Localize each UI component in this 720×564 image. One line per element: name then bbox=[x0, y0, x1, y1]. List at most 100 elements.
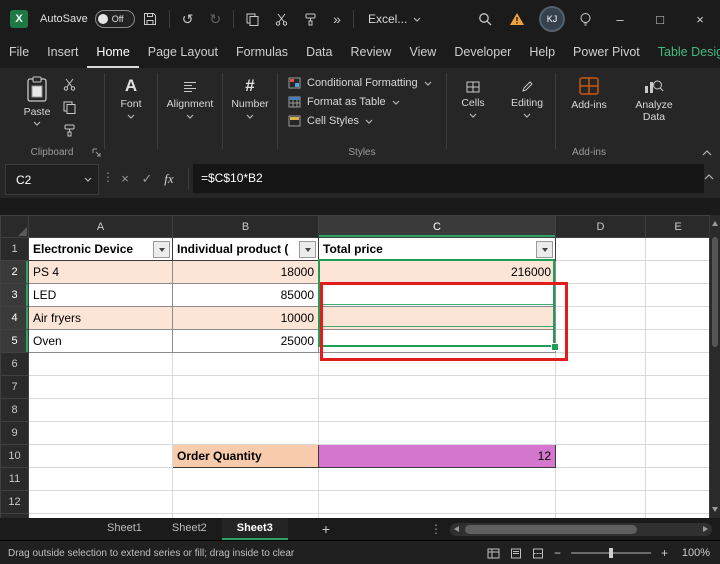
autosave-toggle[interactable]: Off bbox=[94, 10, 135, 28]
redo-button[interactable]: ↻ bbox=[201, 0, 229, 38]
column-header-e[interactable]: E bbox=[645, 215, 711, 238]
column-header-b[interactable]: B bbox=[172, 215, 319, 238]
sheet-tab-sheet3[interactable]: Sheet3 bbox=[221, 518, 288, 540]
conditional-formatting-button[interactable]: Conditional Formatting bbox=[288, 77, 446, 89]
tab-developer[interactable]: Developer bbox=[445, 38, 520, 68]
cell-E12[interactable] bbox=[645, 490, 711, 514]
tab-review[interactable]: Review bbox=[341, 38, 400, 68]
cell-D8[interactable] bbox=[555, 398, 646, 422]
format-painter-button[interactable] bbox=[296, 0, 325, 38]
cells-menu-button[interactable]: Cells bbox=[447, 68, 499, 160]
excel-logo-icon[interactable]: X bbox=[10, 10, 28, 28]
row-header-12[interactable]: 12 bbox=[0, 490, 29, 514]
cell-B3[interactable]: 85000 bbox=[172, 283, 319, 307]
cell-E5[interactable] bbox=[645, 329, 711, 353]
tab-insert[interactable]: Insert bbox=[38, 38, 87, 68]
row-header-3[interactable]: 3 bbox=[0, 283, 29, 307]
cancel-button[interactable]: × bbox=[114, 164, 136, 193]
tab-table-design[interactable]: Table Design bbox=[649, 38, 720, 68]
cell-E8[interactable] bbox=[645, 398, 711, 422]
close-button[interactable]: × bbox=[680, 0, 720, 38]
cell-B12[interactable] bbox=[172, 490, 319, 514]
more-commands-button[interactable]: » bbox=[325, 0, 349, 38]
cell-A12[interactable] bbox=[28, 490, 173, 514]
select-all-corner[interactable] bbox=[0, 215, 29, 238]
search-button[interactable] bbox=[470, 0, 501, 38]
sheet-menu-icon[interactable]: ⋮ bbox=[422, 522, 450, 536]
cell-D7[interactable] bbox=[555, 375, 646, 399]
vertical-scrollbar[interactable] bbox=[709, 215, 720, 518]
cell-B11[interactable] bbox=[172, 467, 319, 491]
tab-formulas[interactable]: Formulas bbox=[227, 38, 297, 68]
cell-E9[interactable] bbox=[645, 421, 711, 445]
insert-function-button[interactable]: fx bbox=[158, 164, 180, 193]
scroll-up-arrow-icon[interactable] bbox=[712, 221, 718, 226]
row-header-5[interactable]: 5 bbox=[0, 329, 29, 353]
cell-A3[interactable]: LED bbox=[28, 283, 173, 307]
row-header-9[interactable]: 9 bbox=[0, 421, 29, 445]
tab-data[interactable]: Data bbox=[297, 38, 341, 68]
row-header-11[interactable]: 11 bbox=[0, 467, 29, 491]
horizontal-scrollbar[interactable] bbox=[450, 522, 712, 536]
horizontal-scroll-thumb[interactable] bbox=[465, 524, 637, 534]
format-painter-button-ribbon[interactable] bbox=[58, 122, 80, 138]
save-button[interactable] bbox=[135, 0, 165, 38]
filter-button-price[interactable] bbox=[299, 241, 316, 258]
row-header-8[interactable]: 8 bbox=[0, 398, 29, 422]
cell-D10[interactable] bbox=[555, 444, 646, 468]
tab-home[interactable]: Home bbox=[87, 38, 138, 68]
cell-E1[interactable] bbox=[645, 237, 711, 261]
cell-E11[interactable] bbox=[645, 467, 711, 491]
filter-button-total[interactable] bbox=[536, 241, 553, 258]
filter-button-device[interactable] bbox=[153, 241, 170, 258]
enter-button[interactable]: ✓ bbox=[136, 164, 158, 193]
cell-B7[interactable] bbox=[172, 375, 319, 399]
cell-A6[interactable] bbox=[28, 352, 173, 376]
column-header-d[interactable]: D bbox=[555, 215, 646, 238]
tab-help[interactable]: Help bbox=[520, 38, 564, 68]
maximize-button[interactable]: □ bbox=[640, 0, 680, 38]
row-header-6[interactable]: 6 bbox=[0, 352, 29, 376]
cell-B4[interactable]: 10000 bbox=[172, 306, 319, 330]
scroll-down-arrow-icon[interactable] bbox=[712, 507, 718, 512]
format-as-table-button[interactable]: Format as Table bbox=[288, 96, 446, 108]
sheet-tab-sheet2[interactable]: Sheet2 bbox=[157, 518, 222, 540]
cell-A1[interactable]: Electronic Device bbox=[28, 237, 173, 261]
alerts-button[interactable] bbox=[501, 0, 533, 38]
zoom-level[interactable]: 100% bbox=[678, 547, 710, 559]
copy-button-ribbon[interactable] bbox=[58, 99, 80, 115]
alignment-menu-button[interactable]: Alignment bbox=[158, 68, 222, 160]
zoom-in-button[interactable]: + bbox=[661, 546, 668, 560]
scroll-left-arrow-icon[interactable] bbox=[454, 526, 459, 532]
page-layout-view-button[interactable] bbox=[510, 548, 522, 559]
minimize-button[interactable]: – bbox=[600, 0, 640, 38]
row-header-10[interactable]: 10 bbox=[0, 444, 29, 468]
number-menu-button[interactable]: # Number bbox=[223, 68, 277, 160]
cell-B10[interactable]: Order Quantity bbox=[172, 444, 319, 468]
row-header-2[interactable]: 2 bbox=[0, 260, 29, 284]
cell-A10[interactable] bbox=[28, 444, 173, 468]
cell-C12[interactable] bbox=[318, 490, 556, 514]
row-header-1[interactable]: 1 bbox=[0, 237, 29, 261]
normal-view-button[interactable] bbox=[487, 548, 500, 559]
cell-C11[interactable] bbox=[318, 467, 556, 491]
column-header-a[interactable]: A bbox=[28, 215, 173, 238]
cell-B8[interactable] bbox=[172, 398, 319, 422]
row-header-7[interactable]: 7 bbox=[0, 375, 29, 399]
cell-A11[interactable] bbox=[28, 467, 173, 491]
cell-B5[interactable]: 25000 bbox=[172, 329, 319, 353]
cell-E4[interactable] bbox=[645, 306, 711, 330]
cell-A4[interactable]: Air fryers bbox=[28, 306, 173, 330]
expand-formula-bar-button[interactable] bbox=[704, 174, 714, 180]
cell-C2[interactable]: 216000 bbox=[318, 260, 556, 284]
cell-D11[interactable] bbox=[555, 467, 646, 491]
zoom-out-button[interactable]: − bbox=[554, 546, 561, 560]
tab-power-pivot[interactable]: Power Pivot bbox=[564, 38, 649, 68]
cut-button[interactable] bbox=[267, 0, 296, 38]
cell-C7[interactable] bbox=[318, 375, 556, 399]
tab-view[interactable]: View bbox=[400, 38, 445, 68]
cell-D1[interactable] bbox=[555, 237, 646, 261]
tips-button[interactable] bbox=[571, 0, 600, 38]
zoom-slider-knob[interactable] bbox=[608, 548, 613, 558]
cell-B2[interactable]: 18000 bbox=[172, 260, 319, 284]
